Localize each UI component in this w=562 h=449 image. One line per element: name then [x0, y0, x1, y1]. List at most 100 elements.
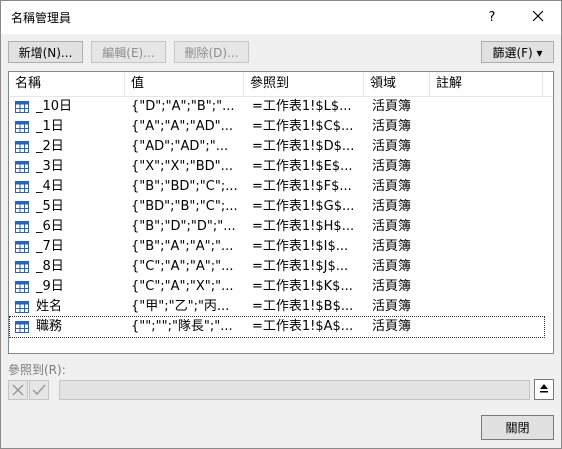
- cell-comment: [438, 277, 538, 297]
- cell-name: 職務: [36, 319, 63, 334]
- cell-name: _8日: [36, 259, 64, 274]
- cancel-edit-button[interactable]: [8, 380, 28, 400]
- close-icon: [532, 10, 544, 26]
- cell-scope: 活頁簿: [372, 99, 412, 114]
- named-range-icon: [15, 281, 29, 293]
- column-header-comment[interactable]: 註解: [430, 72, 543, 96]
- cell-value: {"C";"A";"A";"...: [131, 259, 234, 274]
- table-row[interactable]: _7日 {"B";"A";"A";"... =工作表1!$I$... 活頁簿: [10, 237, 544, 257]
- cell-scope: 活頁簿: [372, 239, 412, 254]
- cell-comment: [438, 217, 538, 237]
- title-bar: 名稱管理員 ?: [1, 1, 561, 34]
- cell-comment: [438, 137, 538, 157]
- cell-comment: [438, 297, 538, 317]
- cell-value: {"D";"A";"B";"...: [131, 99, 235, 114]
- cell-ref: =工作表1!$C$...: [252, 119, 354, 134]
- list-header: 名稱 值 參照到 領域 註解: [9, 72, 553, 97]
- cell-scope: 活頁簿: [372, 319, 412, 334]
- cell-name: _6日: [36, 219, 64, 234]
- cell-scope: 活頁簿: [372, 299, 412, 314]
- table-row[interactable]: 姓名 {"甲";"乙";"丙... =工作表1!$B$... 活頁簿: [10, 297, 544, 317]
- range-select-icon: [538, 382, 550, 398]
- named-range-icon: [15, 301, 29, 313]
- help-button[interactable]: ?: [469, 1, 515, 34]
- cell-name: _10日: [36, 99, 73, 114]
- cell-ref: =工作表1!$E$...: [252, 159, 353, 174]
- cell-ref: =工作表1!$H$...: [252, 219, 355, 234]
- cell-ref: =工作表1!$G$...: [252, 199, 355, 214]
- cell-name: 姓名: [36, 299, 63, 314]
- cell-scope: 活頁簿: [372, 219, 412, 234]
- cell-name: _9日: [36, 279, 64, 294]
- cell-value: {"C";"A";"X";"...: [131, 279, 234, 294]
- named-range-icon: [15, 201, 29, 213]
- table-row[interactable]: _2日 {"AD";"AD";"... =工作表1!$D$... 活頁簿: [10, 137, 544, 157]
- names-list[interactable]: 名稱 值 參照到 領域 註解 _10日 {"D";"A";"B";"... =工作表…: [8, 71, 554, 354]
- table-row[interactable]: 職務 {"";"";"隊長";"... =工作表1!$A$... 活頁簿: [9, 316, 545, 338]
- delete-button[interactable]: 刪除(D)...: [174, 41, 249, 63]
- table-row[interactable]: _4日 {"B";"BD";"C";... =工作表1!$F$... 活頁簿: [10, 177, 544, 197]
- column-header-refers-to[interactable]: 參照到: [244, 72, 364, 96]
- named-range-icon: [15, 121, 29, 133]
- cell-value: {"X";"X";"BD"...: [131, 159, 234, 174]
- cell-scope: 活頁簿: [372, 179, 412, 194]
- cell-scope: 活頁簿: [372, 139, 412, 154]
- table-row[interactable]: _1日 {"A";"A";"AD"... =工作表1!$C$... 活頁簿: [10, 117, 544, 137]
- named-range-icon: [15, 141, 29, 153]
- column-header-name[interactable]: 名稱: [9, 72, 125, 96]
- cell-value: {"B";"A";"A";"...: [131, 239, 234, 254]
- cell-ref: =工作表1!$L$...: [252, 99, 352, 114]
- name-manager-dialog: 名稱管理員 ? 新增(N)... 編輯(E)... 刪除(D)... 篩選(F)…: [0, 0, 562, 449]
- cell-name: _5日: [36, 199, 64, 214]
- cell-ref: =工作表1!$J$...: [252, 259, 349, 274]
- checkmark-icon: [30, 384, 48, 403]
- table-row[interactable]: _6日 {"B";"D";"D";"... =工作表1!$H$... 活頁簿: [10, 217, 544, 237]
- named-range-icon: [15, 221, 29, 233]
- column-header-scope[interactable]: 領域: [364, 72, 430, 96]
- table-row[interactable]: _10日 {"D";"A";"B";"... =工作表1!$L$... 活頁簿: [10, 97, 544, 117]
- cell-comment: [438, 317, 538, 337]
- cell-ref: =工作表1!$I$...: [252, 239, 349, 254]
- cell-value: {"";"";"隊長";"...: [131, 319, 233, 334]
- cell-comment: [438, 157, 538, 177]
- cell-name: _4日: [36, 179, 64, 194]
- table-row[interactable]: _5日 {"BD";"B";"C";... =工作表1!$G$... 活頁簿: [10, 197, 544, 217]
- edit-button[interactable]: 編輯(E)...: [91, 41, 166, 63]
- cell-scope: 活頁簿: [372, 259, 412, 274]
- table-row[interactable]: _3日 {"X";"X";"BD"... =工作表1!$E$... 活頁簿: [10, 157, 544, 177]
- cell-ref: =工作表1!$F$...: [252, 179, 352, 194]
- cell-comment: [438, 177, 538, 197]
- cell-name: _1日: [36, 119, 64, 134]
- close-button[interactable]: 關閉: [481, 415, 554, 440]
- cell-name: _7日: [36, 239, 64, 254]
- cell-value: {"AD";"AD";"...: [131, 139, 229, 154]
- filter-button[interactable]: 篩選(F) ▾: [481, 41, 554, 63]
- confirm-edit-button[interactable]: [29, 380, 49, 400]
- cell-ref: =工作表1!$A$...: [252, 319, 354, 334]
- cell-comment: [438, 117, 538, 137]
- column-header-value[interactable]: 值: [125, 72, 244, 96]
- named-range-icon: [15, 261, 29, 273]
- cell-comment: [438, 237, 538, 257]
- cell-comment: [438, 97, 538, 117]
- cell-name: _2日: [36, 139, 64, 154]
- refers-to-input[interactable]: [59, 380, 530, 400]
- x-icon: [9, 384, 27, 403]
- cell-value: {"B";"BD";"C";...: [131, 179, 238, 194]
- cell-comment: [438, 257, 538, 277]
- close-window-button[interactable]: [515, 1, 561, 34]
- named-range-icon: [15, 101, 29, 113]
- cell-value: {"A";"A";"AD"...: [131, 119, 233, 134]
- cell-value: {"甲";"乙";"丙...: [131, 299, 230, 314]
- table-row[interactable]: _8日 {"C";"A";"A";"... =工作表1!$J$... 活頁簿: [10, 257, 544, 277]
- collapse-dialog-button[interactable]: [534, 379, 554, 400]
- cell-ref: =工作表1!$D$...: [252, 139, 355, 154]
- named-range-icon: [15, 161, 29, 173]
- cell-ref: =工作表1!$K$...: [252, 279, 353, 294]
- cell-comment: [438, 197, 538, 217]
- cell-value: {"B";"D";"D";"...: [131, 219, 236, 234]
- table-row[interactable]: _9日 {"C";"A";"X";"... =工作表1!$K$... 活頁簿: [10, 277, 544, 297]
- cell-name: _3日: [36, 159, 64, 174]
- new-button[interactable]: 新增(N)...: [8, 41, 83, 63]
- window-title: 名稱管理員: [11, 11, 72, 25]
